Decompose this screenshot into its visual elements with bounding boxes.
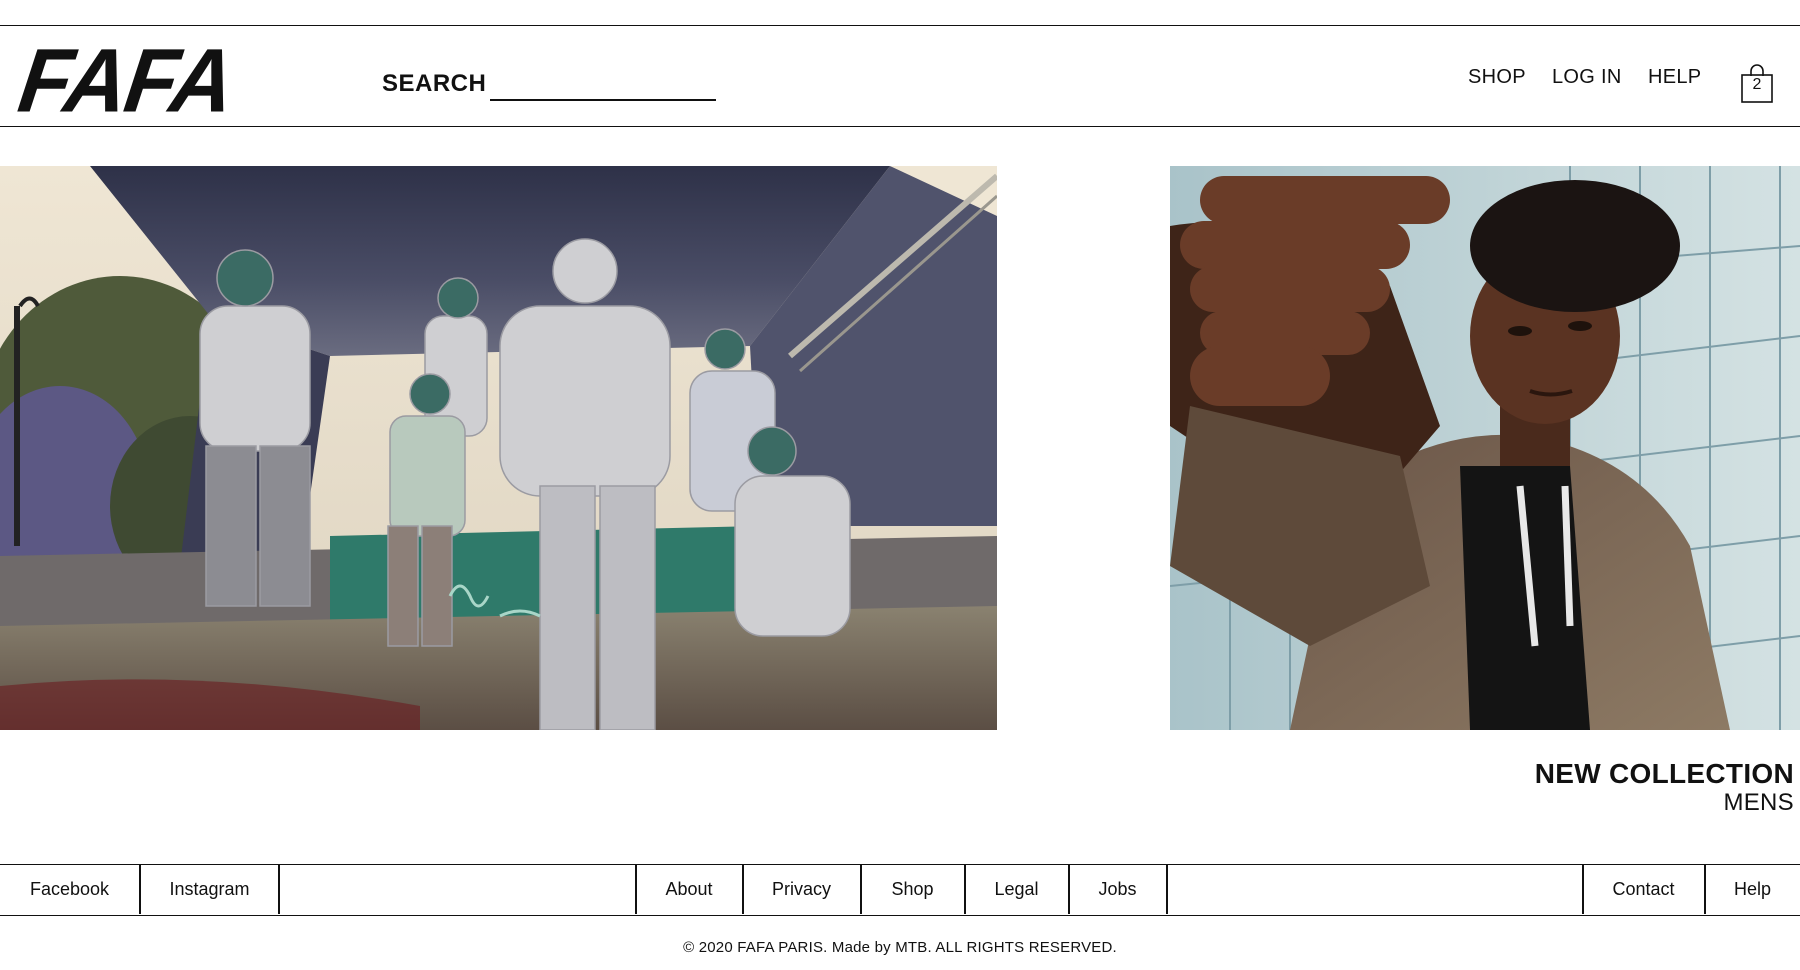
collection-title[interactable]: NEW COLLECTION — [1535, 758, 1794, 790]
nav-help-link[interactable]: HELP — [1648, 66, 1701, 89]
footer-link-privacy[interactable]: Privacy — [743, 865, 860, 914]
site-header: FAFA SEARCH SHOP LOG IN HELP 2 — [0, 25, 1800, 132]
cart-button[interactable]: 2 — [1740, 62, 1774, 104]
search-input[interactable] — [490, 71, 716, 101]
group-under-bridge-image — [0, 166, 997, 730]
footer-link-bar: Facebook Instagram About Privacy Shop Le… — [0, 864, 1800, 916]
hero-image-group[interactable] — [0, 166, 997, 730]
footer-link-help[interactable]: Help — [1705, 865, 1800, 914]
footer-link-jobs[interactable]: Jobs — [1069, 865, 1166, 914]
footer-link-legal[interactable]: Legal — [965, 865, 1068, 914]
footer-link-instagram[interactable]: Instagram — [140, 865, 279, 914]
copyright-text: © 2020 FAFA PARIS. Made by MTB. ALL RIGH… — [683, 939, 1117, 956]
footer-link-about[interactable]: About — [636, 865, 742, 914]
search-label: SEARCH — [382, 70, 487, 97]
hero-image-model[interactable] — [1170, 166, 1800, 730]
footer-divider — [1166, 865, 1168, 914]
model-reaching-image — [1170, 166, 1800, 730]
nav-shop-link[interactable]: SHOP — [1468, 66, 1526, 89]
cart-count-badge: 2 — [1752, 76, 1762, 93]
nav-login-link[interactable]: LOG IN — [1552, 66, 1622, 89]
footer-link-contact[interactable]: Contact — [1583, 865, 1704, 914]
footer-link-shop[interactable]: Shop — [861, 865, 964, 914]
footer-divider — [278, 865, 280, 914]
collection-subtitle[interactable]: MENS — [1723, 789, 1794, 817]
footer-link-facebook[interactable]: Facebook — [0, 865, 139, 914]
fafa-logo[interactable]: FAFA — [13, 31, 239, 132]
